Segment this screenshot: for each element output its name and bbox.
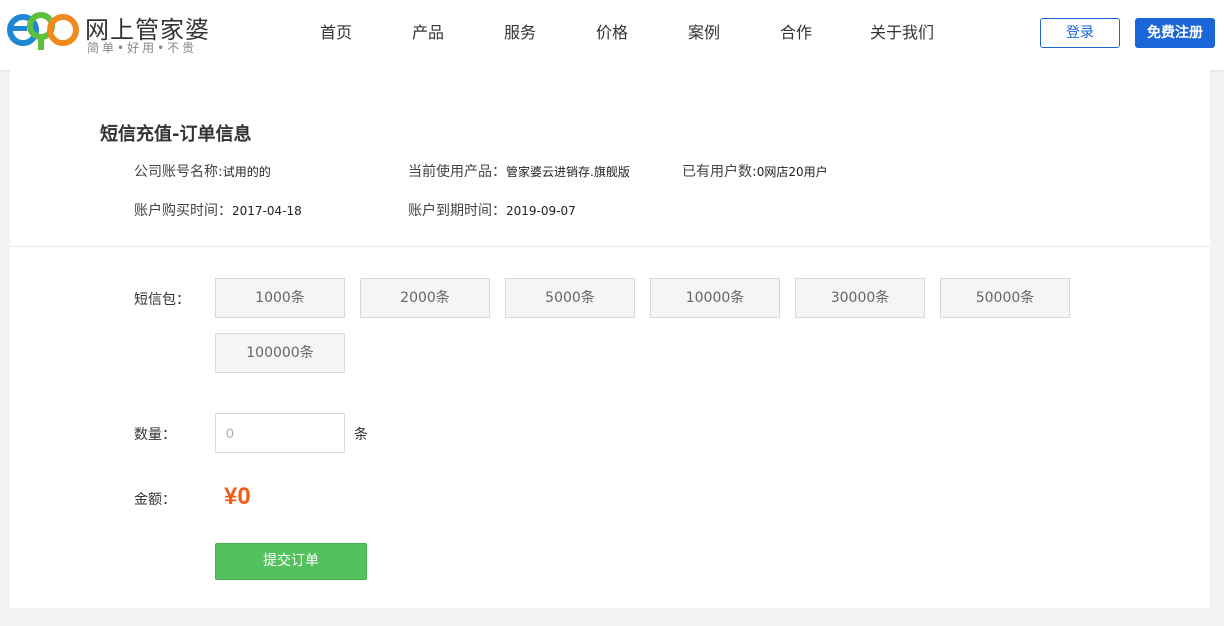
quantity-label: 数量： [134,427,176,443]
product-info: 当前使用产品：管家婆云进销存.旗舰版 [408,161,630,181]
package-option-30000[interactable]: 30000条 [795,278,925,318]
package-label: 短信包： [134,292,190,308]
product-value: 管家婆云进销存.旗舰版 [506,165,630,179]
package-option-50000[interactable]: 50000条 [940,278,1070,318]
quantity-input[interactable] [215,413,345,453]
company-label: 公司账号名称: [134,164,223,180]
package-option-2000[interactable]: 2000条 [360,278,490,318]
logo-icon [7,12,79,50]
company-info: 公司账号名称:试用的的 [134,161,271,181]
users-info: 已有用户数:0网店20用户 [682,161,828,181]
nav-item-products[interactable]: 产品 [382,0,474,66]
nav-item-pricing[interactable]: 价格 [566,0,658,66]
purchase-value: 2017-04-18 [232,204,302,218]
product-label: 当前使用产品： [408,164,506,180]
package-option-1000[interactable]: 1000条 [215,278,345,318]
nav-item-cooperation[interactable]: 合作 [750,0,842,66]
site-header: 网上管家婆 简单•好用•不贵 首页 产品 服务 价格 案例 合作 关于我们 登录… [0,0,1224,70]
purchase-label: 账户购买时间： [134,203,232,219]
login-button[interactable]: 登录 [1040,18,1120,48]
expire-label: 账户到期时间： [408,203,506,219]
nav-item-services[interactable]: 服务 [474,0,566,66]
logo-slogan: 简单•好用•不贵 [87,41,198,55]
nav-item-cases[interactable]: 案例 [658,0,750,66]
expire-info: 账户到期时间：2019-09-07 [408,200,576,220]
quantity-unit: 条 [354,427,368,443]
page-title: 短信充值-订单信息 [100,124,252,145]
package-option-5000[interactable]: 5000条 [505,278,635,318]
logo[interactable]: 网上管家婆 简单•好用•不贵 [5,6,215,56]
package-option-10000[interactable]: 10000条 [650,278,780,318]
company-value: 试用的的 [222,165,271,179]
amount-value: ¥0 [224,483,251,510]
expire-value: 2019-09-07 [506,204,576,218]
purchase-info: 账户购买时间：2017-04-18 [134,200,302,220]
main-nav: 首页 产品 服务 价格 案例 合作 关于我们 [290,0,962,70]
order-panel: 短信充值-订单信息 公司账号名称:试用的的 当前使用产品：管家婆云进销存.旗舰版… [10,70,1210,608]
nav-item-about[interactable]: 关于我们 [842,0,962,66]
users-label: 已有用户数: [682,164,757,180]
register-button[interactable]: 免费注册 [1135,18,1215,48]
users-value: 0网店20用户 [756,165,828,179]
package-option-100000[interactable]: 100000条 [215,333,345,373]
submit-order-button[interactable]: 提交订单 [215,543,367,580]
section-divider [10,246,1210,247]
amount-label: 金额： [134,492,176,508]
nav-item-home[interactable]: 首页 [290,0,382,66]
